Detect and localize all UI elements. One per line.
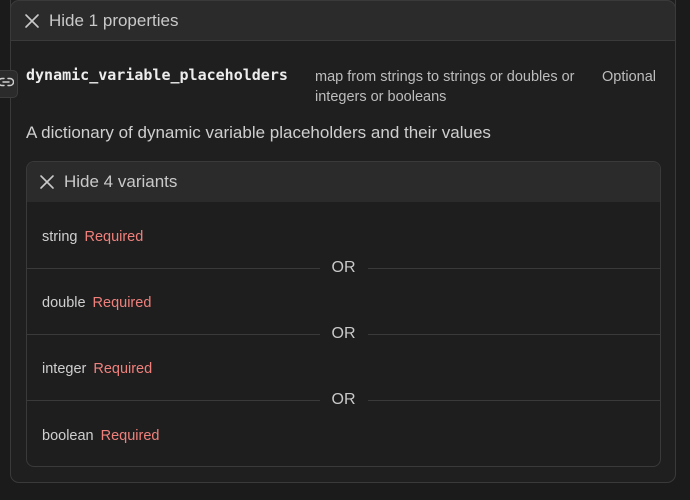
or-label: OR [319, 324, 368, 344]
variant-type: integer [42, 361, 87, 377]
variant-type: string [42, 229, 78, 245]
required-badge: Required [100, 428, 160, 444]
variant-string: string Required [42, 229, 143, 245]
or-separator: OR [27, 324, 660, 344]
variant-double: double Required [42, 295, 151, 311]
hide-properties-button[interactable]: Hide 1 properties [10, 0, 676, 41]
property-type: map from strings to strings or doubles o… [315, 69, 575, 105]
required-badge: Required [93, 361, 153, 377]
property-description: A dictionary of dynamic variable placeho… [26, 123, 491, 142]
optional-badge: Optional [602, 69, 657, 85]
link-icon [0, 75, 15, 94]
hide-properties-label: Hide 1 properties [49, 10, 179, 30]
required-badge: Required [92, 295, 152, 311]
variant-type: boolean [42, 428, 94, 444]
variant-boolean: boolean Required [42, 428, 159, 444]
close-icon [39, 174, 55, 190]
or-separator: OR [27, 258, 660, 278]
hide-variants-button[interactable]: Hide 4 variants [27, 162, 660, 202]
variant-integer: integer Required [42, 361, 152, 377]
or-label: OR [319, 258, 368, 278]
close-icon [24, 13, 40, 29]
or-separator: OR [27, 390, 660, 410]
required-badge: Required [84, 229, 144, 245]
or-label: OR [319, 390, 368, 410]
anchor-link-button[interactable] [0, 70, 18, 98]
hide-variants-label: Hide 4 variants [64, 172, 178, 191]
property-name: dynamic_variable_placeholders [26, 66, 288, 84]
api-property-panel: Hide 1 properties dynamic_variable_place… [0, 0, 690, 500]
variants-card: Hide 4 variants string Required OR double… [26, 161, 661, 467]
variant-type: double [42, 295, 86, 311]
